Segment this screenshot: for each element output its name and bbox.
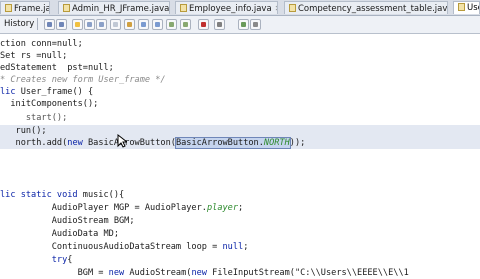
mouse-pointer-icon [117, 134, 127, 148]
java-file-icon [63, 4, 70, 12]
code-line: Set rs =null; [0, 51, 68, 61]
forward-icon[interactable] [56, 19, 67, 30]
uncomment-icon[interactable] [180, 19, 191, 30]
code-editor[interactable]: ction conn=null; Set rs =null; edStateme… [0, 34, 480, 278]
java-file-icon [180, 4, 187, 12]
tab-admin-hr-jframe[interactable]: Admin_HR_JFrame.java✕ [58, 1, 170, 14]
selected-text: BasicArrowButton.NORTH [174, 137, 291, 149]
stop-icon[interactable] [214, 19, 225, 30]
code-line: lic User_frame() { [0, 87, 94, 97]
code-line: ContinuousAudioDataStream loop = null; [0, 242, 249, 252]
bookmark-icon[interactable] [124, 19, 135, 30]
tab-label: Frame.java [14, 4, 49, 14]
editor-toolbar: History [0, 16, 480, 34]
tab-user-frame[interactable]: User [453, 1, 480, 14]
back-icon[interactable] [44, 19, 55, 30]
code-line: AudioData MD; [0, 229, 119, 239]
search-icon[interactable] [72, 19, 83, 30]
record-icon[interactable] [198, 19, 209, 30]
code-line: try{ [51, 255, 73, 265]
code-line-current: north.add(new BasicArrowButton(BasicArro… [0, 137, 306, 149]
tab-competency-assessment[interactable]: Competency_assessment_table.java✕ [284, 1, 448, 14]
code-line: AudioStream BGM; [0, 216, 135, 226]
code-line: edStatement pst=null; [0, 63, 114, 73]
code-line: initComponents(); [0, 99, 99, 109]
history-tab[interactable]: History [1, 18, 39, 30]
editor-tab-bar: Frame.java✕ Admin_HR_JFrame.java✕ Employ… [0, 0, 480, 16]
play-icon[interactable] [238, 19, 249, 30]
java-file-icon [458, 3, 465, 11]
java-file-icon [5, 4, 12, 12]
code-line: AudioPlayer MGP = AudioPlayer.player; [0, 203, 244, 213]
code-line: lic static void music(){ [0, 190, 125, 200]
tab-label: Competency_assessment_table.java [298, 4, 448, 14]
close-icon[interactable]: ✕ [275, 2, 277, 14]
toggle-icon[interactable] [110, 19, 121, 30]
code-line: start(); [0, 113, 68, 123]
code-line: ction conn=null; [0, 39, 83, 49]
shift-right-icon[interactable] [152, 19, 163, 30]
java-file-icon [289, 4, 296, 12]
tab-frame-java[interactable]: Frame.java✕ [0, 1, 50, 14]
shift-left-icon[interactable] [138, 19, 149, 30]
tab-label: User [467, 3, 479, 13]
tab-label: Admin_HR_JFrame.java [72, 4, 170, 14]
diff-icon[interactable] [250, 19, 261, 30]
code-comment: * Creates new form User_frame */ [0, 75, 166, 85]
tab-employee-info[interactable]: Employee_info.java✕ [175, 1, 278, 14]
prev-icon[interactable] [84, 19, 95, 30]
comment-icon[interactable] [166, 19, 177, 30]
tab-label: Employee_info.java [189, 4, 272, 14]
code-line: BGM = new AudioStream(new FileInputStrea… [0, 268, 409, 278]
next-icon[interactable] [96, 19, 107, 30]
code-line: run(); [0, 126, 47, 136]
